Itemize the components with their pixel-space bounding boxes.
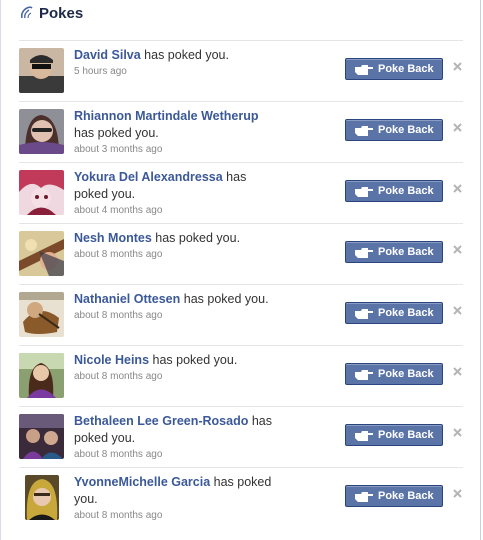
poke-hand-icon — [355, 126, 373, 136]
poke-text: David Silva has poked you. 5 hours ago — [74, 47, 279, 79]
poker-name-link[interactable]: Nathaniel Ottesen — [74, 292, 180, 306]
poke-row: Nathaniel Ottesen has poked you. about 8… — [19, 285, 463, 346]
poke-hand-icon — [355, 187, 373, 197]
close-icon[interactable] — [452, 427, 463, 438]
poke-text: Bethaleen Lee Green-Rosado has poked you… — [74, 413, 279, 462]
poke-hand-icon — [355, 492, 373, 502]
poke-finger-icon — [20, 6, 33, 19]
poke-text: Yokura Del Alexandressa has poked you. a… — [74, 169, 279, 218]
poke-back-button[interactable]: Poke Back — [345, 424, 443, 446]
poker-name-link[interactable]: Rhiannon Martindale Wetherup — [74, 109, 259, 123]
poke-timestamp: about 8 months ago — [74, 449, 163, 460]
poke-timestamp: about 4 months ago — [74, 205, 163, 216]
pokes-header: Pokes — [1, 0, 480, 32]
poke-back-button[interactable]: Poke Back — [345, 302, 443, 324]
close-icon[interactable] — [452, 122, 463, 133]
avatar[interactable] — [19, 170, 64, 215]
poke-hand-icon — [355, 431, 373, 441]
poke-action-text: has poked you. — [151, 231, 241, 245]
poke-timestamp: about 8 months ago — [74, 510, 163, 521]
avatar[interactable] — [19, 292, 64, 337]
pokes-list: David Silva has poked you. 5 hours ago P… — [19, 40, 463, 528]
poker-name-link[interactable]: Nesh Montes — [74, 231, 152, 245]
page-title: Pokes — [39, 5, 84, 22]
close-icon[interactable] — [452, 488, 463, 499]
avatar[interactable] — [19, 48, 64, 93]
avatar[interactable] — [19, 231, 64, 276]
close-icon[interactable] — [452, 183, 463, 194]
avatar[interactable] — [19, 414, 64, 459]
poke-timestamp: about 8 months ago — [74, 310, 163, 321]
close-icon[interactable] — [452, 244, 463, 255]
poke-back-label: Poke Back — [378, 307, 434, 319]
poke-row: Rhiannon Martindale Wetherup has poked y… — [19, 102, 463, 163]
poke-row: Bethaleen Lee Green-Rosado has poked you… — [19, 407, 463, 468]
poke-back-label: Poke Back — [378, 63, 434, 75]
poke-timestamp: 5 hours ago — [74, 66, 127, 77]
poke-back-button[interactable]: Poke Back — [345, 119, 443, 141]
poker-name-link[interactable]: Nicole Heins — [74, 353, 149, 367]
poke-row: Nesh Montes has poked you. about 8 month… — [19, 224, 463, 285]
poke-action-text: has poked you. — [74, 126, 159, 140]
pokes-panel: Pokes David Silva has poked you. 5 hours… — [0, 0, 481, 540]
poke-hand-icon — [355, 309, 373, 319]
poke-row: David Silva has poked you. 5 hours ago P… — [19, 40, 463, 102]
poke-back-button[interactable]: Poke Back — [345, 485, 443, 507]
poke-back-button[interactable]: Poke Back — [345, 241, 443, 263]
poke-timestamp: about 3 months ago — [74, 144, 163, 155]
close-icon[interactable] — [452, 305, 463, 316]
poke-back-label: Poke Back — [378, 185, 434, 197]
poke-back-button[interactable]: Poke Back — [345, 363, 443, 385]
poker-name-link[interactable]: Bethaleen Lee Green-Rosado — [74, 414, 248, 428]
poke-back-label: Poke Back — [378, 490, 434, 502]
poke-hand-icon — [355, 65, 373, 75]
poke-text: Nicole Heins has poked you. about 8 mont… — [74, 352, 279, 384]
poke-text: YvonneMichelle Garcia has poked you. abo… — [74, 474, 279, 523]
poke-hand-icon — [355, 248, 373, 258]
poke-text: Nathaniel Ottesen has poked you. about 8… — [74, 291, 279, 323]
poke-back-button[interactable]: Poke Back — [345, 180, 443, 202]
poker-name-link[interactable]: YvonneMichelle Garcia — [74, 475, 210, 489]
poke-hand-icon — [355, 370, 373, 380]
poker-name-link[interactable]: David Silva — [74, 48, 141, 62]
poke-back-label: Poke Back — [378, 124, 434, 136]
poke-row: Nicole Heins has poked you. about 8 mont… — [19, 346, 463, 407]
avatar[interactable] — [19, 353, 64, 398]
poke-back-label: Poke Back — [378, 429, 434, 441]
avatar[interactable] — [19, 109, 64, 154]
poke-timestamp: about 8 months ago — [74, 249, 163, 260]
poke-text: Nesh Montes has poked you. about 8 month… — [74, 230, 279, 262]
poke-back-label: Poke Back — [378, 368, 434, 380]
poke-text: Rhiannon Martindale Wetherup has poked y… — [74, 108, 279, 157]
poke-action-text: has poked you. — [149, 353, 238, 367]
poke-action-text: has poked you. — [140, 48, 229, 62]
poke-row: YvonneMichelle Garcia has poked you. abo… — [19, 468, 463, 528]
poker-name-link[interactable]: Yokura Del Alexandressa — [74, 170, 223, 184]
close-icon[interactable] — [452, 366, 463, 377]
poke-row: Yokura Del Alexandressa has poked you. a… — [19, 163, 463, 224]
poke-back-button[interactable]: Poke Back — [345, 58, 443, 80]
poke-timestamp: about 8 months ago — [74, 371, 163, 382]
poke-back-label: Poke Back — [378, 246, 434, 258]
poke-action-text: has poked you. — [180, 292, 269, 306]
avatar[interactable] — [25, 475, 59, 520]
close-icon[interactable] — [452, 61, 463, 72]
